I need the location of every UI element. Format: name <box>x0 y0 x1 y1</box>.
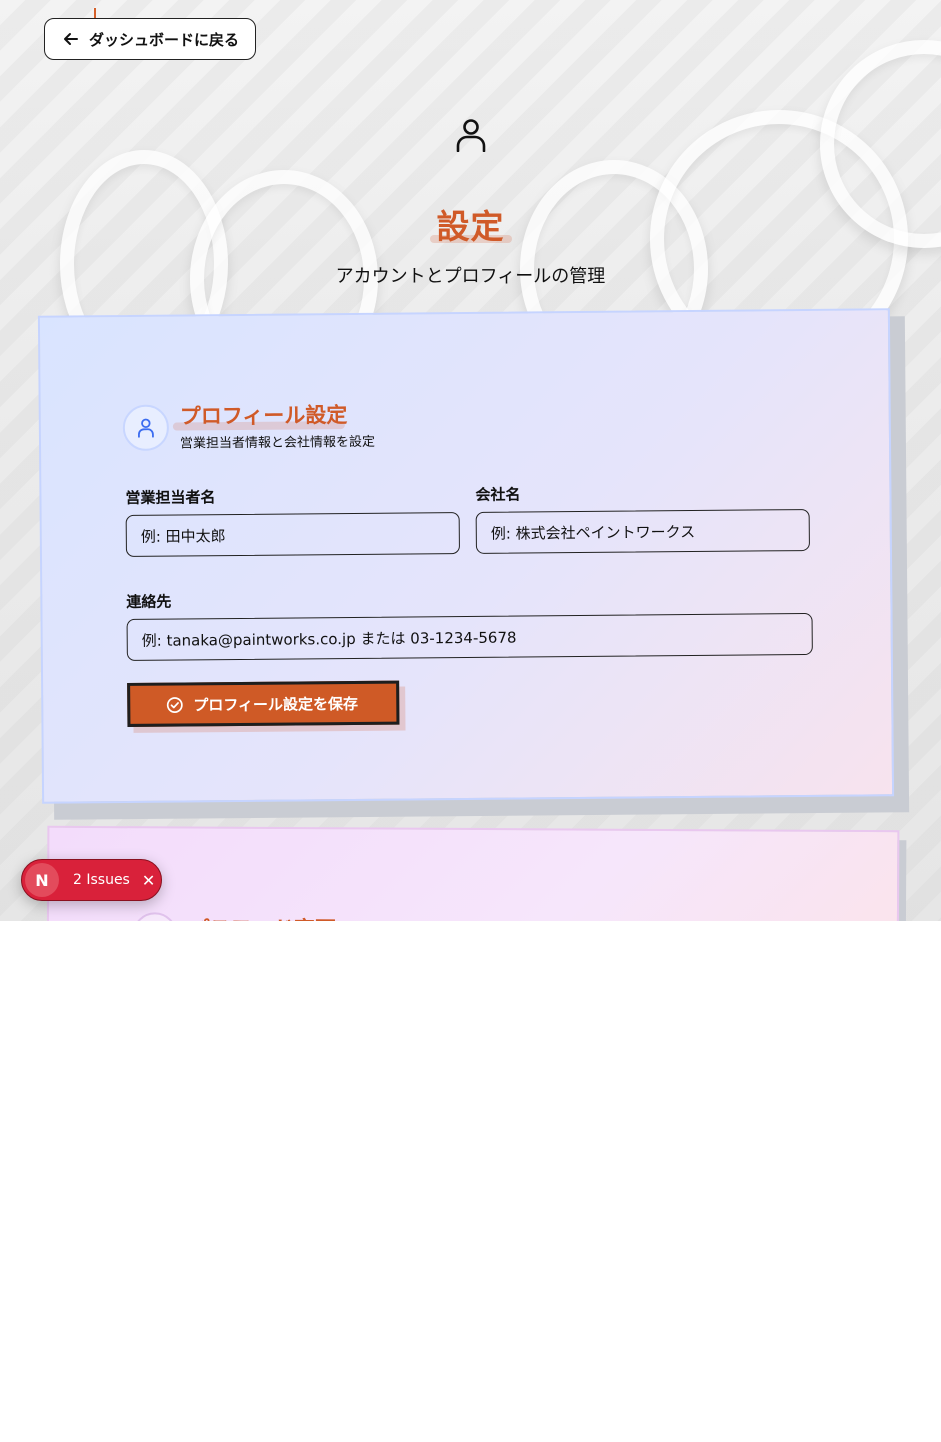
check-circle-icon <box>166 696 183 713</box>
user-icon <box>456 119 486 152</box>
back-to-dashboard-button[interactable]: ダッシュボードに戻る <box>44 18 256 60</box>
company-name-input[interactable]: 例: 株式会社ペイントワークス <box>475 508 810 554</box>
password-change-card: パスワード変更 <box>46 825 900 921</box>
rep-name-label: 営業担当者名 <box>125 488 216 507</box>
password-section-title: パスワード変更 <box>189 913 336 921</box>
profile-section-icon <box>122 404 170 451</box>
page-subtitle: アカウントとプロフィールの管理 <box>335 266 606 287</box>
lock-icon <box>132 912 177 921</box>
user-icon <box>138 418 154 438</box>
issues-count: 2 Issues <box>73 872 130 888</box>
back-button-label: ダッシュボードに戻る <box>89 30 240 49</box>
profile-section-title: プロフィール設定 <box>179 403 348 429</box>
company-name-label: 会社名 <box>475 485 521 504</box>
rep-name-input[interactable]: 例: 田中太郎 <box>125 512 460 557</box>
framework-logo-icon: N <box>25 863 59 897</box>
profile-section-description: 営業担当者情報と会社情報を設定 <box>179 434 376 452</box>
profile-settings-card: プロフィール設定 営業担当者情報と会社情報を設定 営業担当者名 例: 田中太郎 … <box>37 308 895 804</box>
contact-label: 連絡先 <box>126 592 172 611</box>
save-button-label: プロフィール設定を保存 <box>193 694 359 714</box>
page-viewport: ダッシュボードに戻る 設定 アカウントとプロフィールの管理 プロフィール設定 営… <box>0 0 941 921</box>
contact-input[interactable]: 例: tanaka@paintworks.co.jp または 03-1234-5… <box>126 612 813 661</box>
page-title: 設定 <box>436 207 505 246</box>
arrow-left-icon <box>64 33 78 45</box>
close-icon[interactable]: ✕ <box>142 871 155 890</box>
save-profile-button[interactable]: プロフィール設定を保存 <box>127 680 400 727</box>
issues-badge[interactable]: N 2 Issues ✕ <box>21 859 162 901</box>
